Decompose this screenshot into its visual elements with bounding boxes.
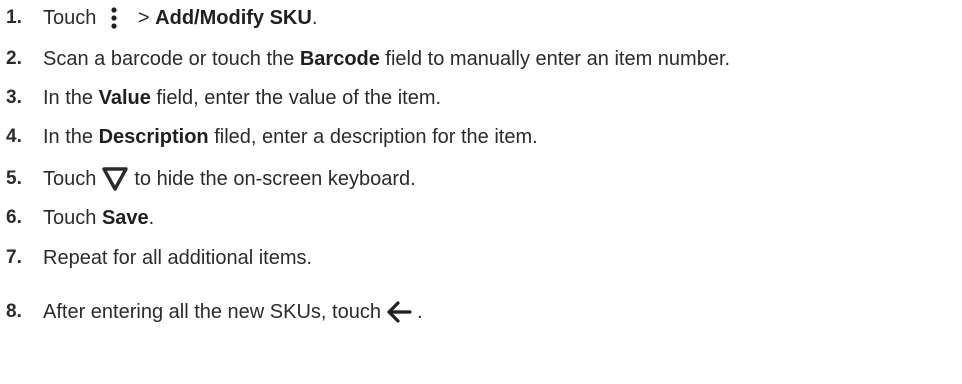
step-bold-add-modify-sku: Add/Modify SKU xyxy=(155,7,312,29)
more-vertical-icon xyxy=(96,7,132,29)
step-text-post: . xyxy=(416,301,423,323)
step-text-post: . xyxy=(148,207,155,229)
step-5: 5. Touch to hide the on-screen keyboard. xyxy=(0,166,416,192)
step-text-pre: Repeat for all additional items. xyxy=(43,247,313,269)
step-text-post: . xyxy=(311,7,318,29)
step-text-pre: After entering all the new SKUs, touch xyxy=(43,301,381,323)
step-text-pre: Touch xyxy=(43,168,97,190)
step-number: 8. xyxy=(6,301,22,322)
step-text-pre: Touch xyxy=(43,7,97,29)
step-text: Touch to hide the on-screen keyboard. xyxy=(43,166,416,192)
step-text: Repeat for all additional items. xyxy=(43,246,312,270)
step-number: 3. xyxy=(6,87,22,108)
step-text-post: field, enter the value of the item. xyxy=(150,87,442,109)
step-6: 6. Touch Save. xyxy=(0,206,154,230)
step-text-pre: In the xyxy=(43,126,99,148)
step-text-post: field to manually enter an item number. xyxy=(379,48,731,70)
step-bold-save: Save xyxy=(101,207,149,229)
step-bold-description: Description xyxy=(98,126,209,148)
instruction-steps: 1. Touch > Add/Modify SKU . 2. Scan a ba… xyxy=(0,0,962,384)
step-text: Touch > Add/Modify SKU . xyxy=(43,6,317,30)
step-bold-value: Value xyxy=(98,87,151,109)
step-text-pre: Touch xyxy=(43,207,102,229)
step-text: In the Description filed, enter a descri… xyxy=(43,125,538,149)
step-text: Touch Save. xyxy=(43,206,154,230)
step-bold-barcode: Barcode xyxy=(299,48,380,70)
step-text-pre: Scan a barcode or touch the xyxy=(43,48,300,70)
step-text: Scan a barcode or touch the Barcode fiel… xyxy=(43,47,730,71)
back-arrow-icon xyxy=(381,301,417,323)
step-text: In the Value field, enter the value of t… xyxy=(43,86,441,110)
step-text-mid: > xyxy=(132,7,156,29)
step-number: 5. xyxy=(6,168,22,189)
step-text: After entering all the new SKUs, touch . xyxy=(43,300,423,324)
step-3: 3. In the Value field, enter the value o… xyxy=(0,86,441,110)
step-number: 4. xyxy=(6,126,22,147)
step-text-pre: In the xyxy=(43,87,99,109)
step-number: 2. xyxy=(6,48,22,69)
step-4: 4. In the Description filed, enter a des… xyxy=(0,125,538,149)
step-1: 1. Touch > Add/Modify SKU . xyxy=(0,6,317,30)
step-number: 1. xyxy=(6,7,22,28)
step-number: 7. xyxy=(6,247,22,268)
step-number: 6. xyxy=(6,207,22,228)
step-7: 7. Repeat for all additional items. xyxy=(0,246,312,270)
hide-keyboard-triangle-icon xyxy=(96,166,134,192)
step-text-post: filed, enter a description for the item. xyxy=(208,126,538,148)
step-2: 2. Scan a barcode or touch the Barcode f… xyxy=(0,47,730,71)
step-8: 8. After entering all the new SKUs, touc… xyxy=(0,300,423,324)
step-text-post: to hide the on-screen keyboard. xyxy=(134,168,416,190)
